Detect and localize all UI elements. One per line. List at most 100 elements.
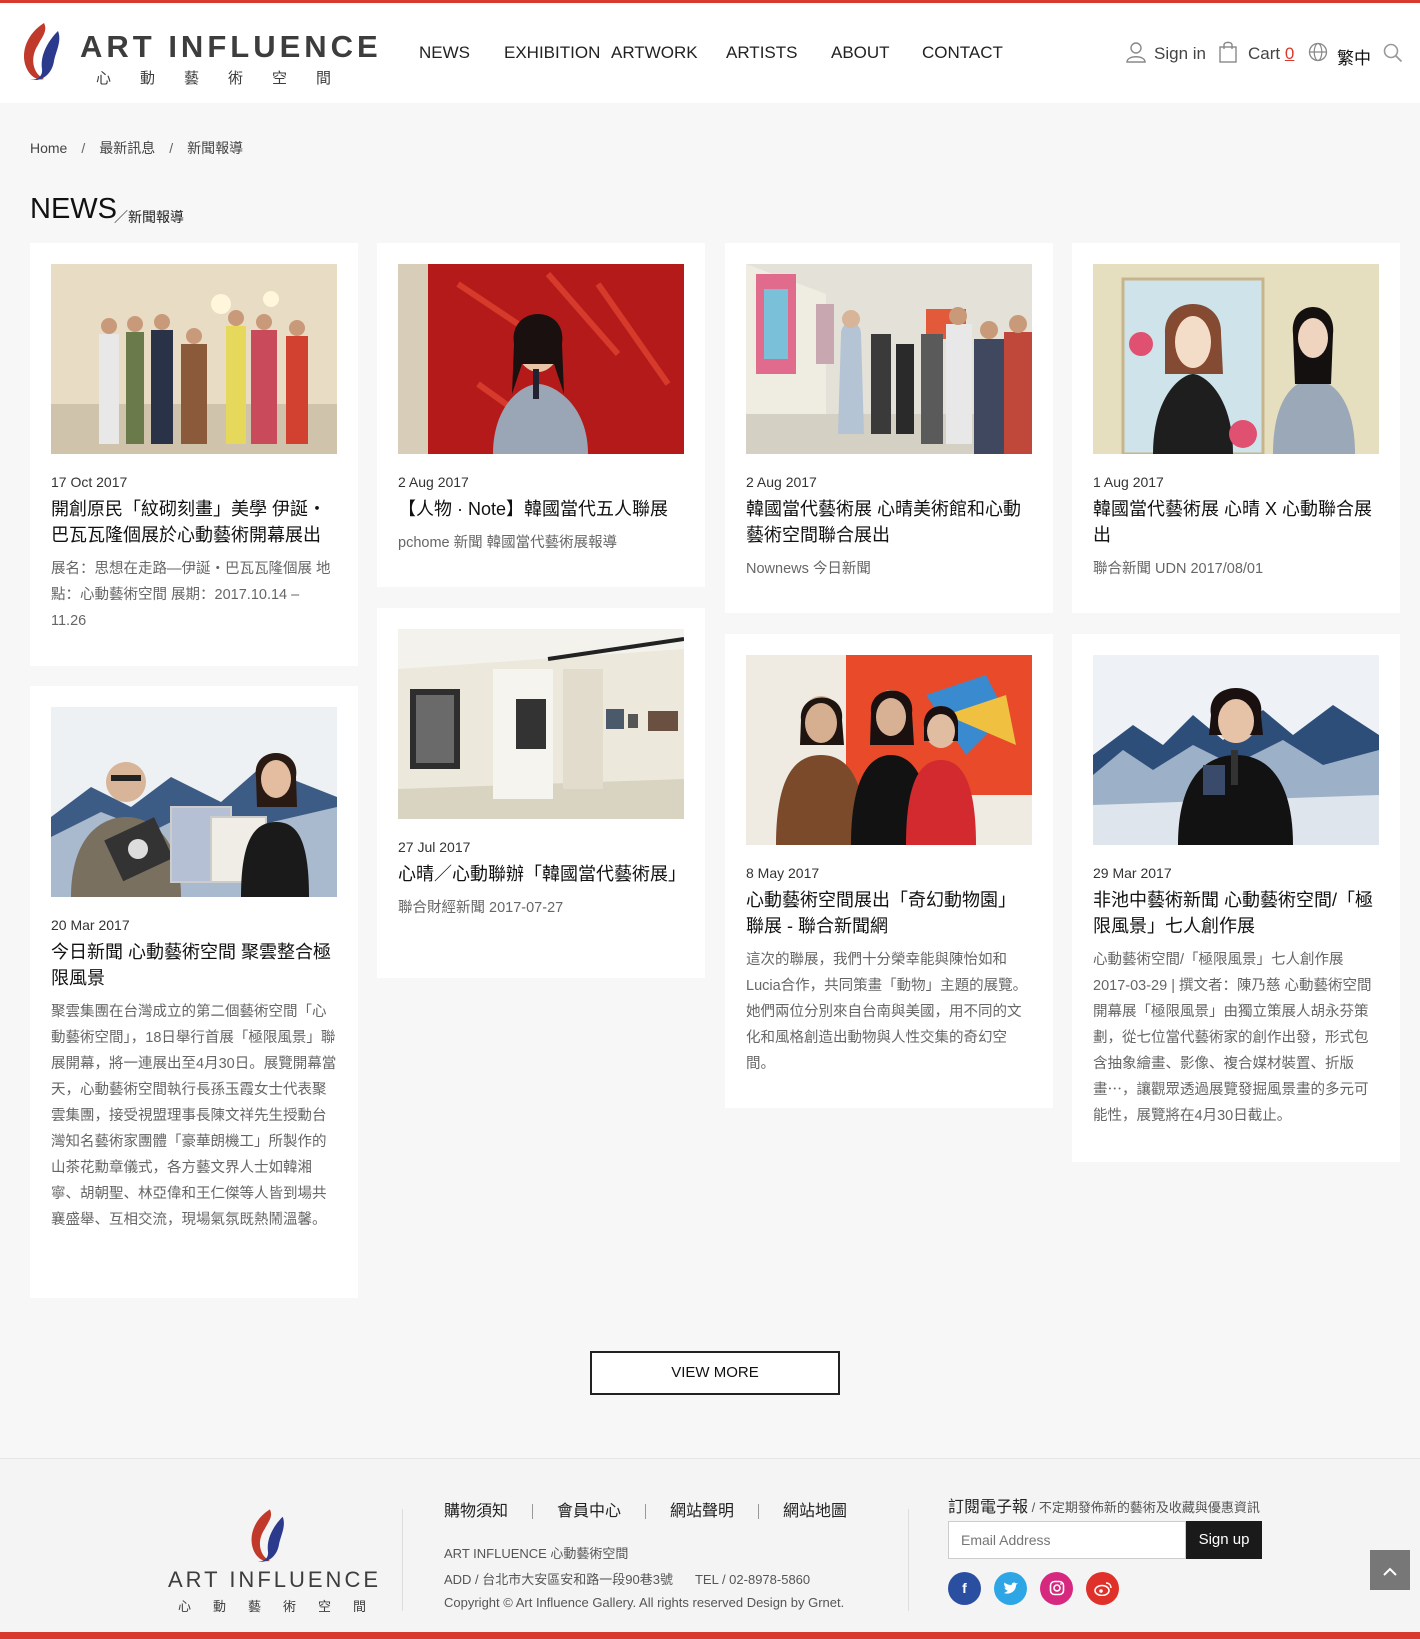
nav-artists[interactable]: ARTISTS [726, 43, 797, 63]
view-more-button[interactable]: VIEW MORE [590, 1351, 840, 1395]
site-footer: ART INFLUENCE 心動藝術空間 購物須知 會員中心 網站聲明 網站地圖 AR… [0, 1458, 1420, 1631]
nav-news[interactable]: NEWS [419, 43, 470, 63]
news-card[interactable]: 2 Aug 2017 韓國當代藝術展 心晴美術館和心動藝術空間聯合展出 Nown… [725, 243, 1053, 613]
facebook-icon[interactable]: f [948, 1572, 981, 1605]
news-photo[interactable] [746, 264, 1032, 454]
news-title[interactable]: 韓國當代藝術展 心晴美術館和心動藝術空間聯合展出 [746, 496, 1032, 548]
footer-link-sitemap[interactable]: 網站地圖 [783, 1503, 847, 1520]
news-photo[interactable] [398, 629, 684, 819]
footer-tel: TEL / 02-8978-5860 [694, 1572, 811, 1587]
news-excerpt: 這次的聯展，我們十分榮幸能與陳怡如和Lucia合作，共同策畫「動物」主題的展覽。… [746, 952, 1028, 1072]
breadcrumb-separator: / [169, 140, 174, 156]
logo-title: ART INFLUENCE [80, 29, 382, 64]
nav-artwork[interactable]: ARTWORK [611, 43, 698, 63]
news-date: 17 Oct 2017 [51, 474, 128, 490]
news-card[interactable]: 20 Mar 2017 今日新聞 心動藝術空間 聚雲整合極限風景 聚雲集團在台灣… [30, 686, 358, 1298]
language-switch[interactable]: 繁中 [1337, 44, 1371, 69]
footer-link-separator [532, 1504, 534, 1520]
news-card[interactable]: 29 Mar 2017 非池中藝術新聞 心動藝術空間/「極限風景」七人創作展 心… [1072, 634, 1400, 1162]
footer-address: ADD / 台北市大安區安和路一段90巷3號 [444, 1572, 673, 1587]
cart-count: 0 [1284, 44, 1295, 63]
news-date: 27 Jul 2017 [398, 839, 471, 855]
footer-link-separator [758, 1504, 760, 1520]
page-subtitle: ／新聞報導 [114, 209, 184, 225]
news-photo[interactable] [1093, 655, 1379, 845]
shopping-bag-icon[interactable] [1218, 40, 1238, 64]
news-date: 1 Aug 2017 [1093, 474, 1164, 490]
breadcrumb-current: 新聞報導 [187, 140, 244, 156]
news-date: 2 Aug 2017 [746, 474, 817, 490]
news-title[interactable]: 開創原民「紋砌刻畫」美學 伊誕‧巴瓦瓦隆個展於心動藝術開幕展出 [51, 496, 337, 548]
header-tools: Sign in Cart 0 繁中 [1125, 40, 1405, 68]
news-title[interactable]: 非池中藝術新聞 心動藝術空間/「極限風景」七人創作展 [1093, 887, 1379, 939]
footer-company: ART INFLUENCE 心動藝術空間 [444, 1546, 629, 1561]
news-card[interactable]: 2 Aug 2017 【人物 · Note】韓國當代五人聯展 pchome 新聞… [377, 243, 705, 587]
newsletter-heading: 訂閱電子報 / 不定期發佈新的藝術及收藏與優惠資訊 [948, 1493, 1260, 1517]
site-header: ART INFLUENCE 心動藝術空間 NEWS EXHIBITION ART… [0, 3, 1420, 103]
newsletter-note: / 不定期發佈新的藝術及收藏與優惠資訊 [1028, 1500, 1260, 1515]
news-title[interactable]: 【人物 · Note】韓國當代五人聯展 [398, 496, 684, 522]
signup-button[interactable]: Sign up [1186, 1521, 1262, 1559]
news-card[interactable]: 1 Aug 2017 韓國當代藝術展 心晴 X 心動聯合展出 聯合新聞 UDN … [1072, 243, 1400, 613]
user-icon[interactable] [1125, 41, 1147, 63]
cart-link[interactable]: Cart 0 [1248, 44, 1294, 64]
footer-divider [908, 1509, 909, 1611]
footer-address-line: ADD / 台北市大安區安和路一段90巷3號 TEL / 02-8978-5860 [444, 1569, 810, 1588]
footer-logo-subtitle: 心動藝術空間 [178, 1599, 389, 1614]
back-to-top-button[interactable] [1370, 1550, 1410, 1590]
page-title: NEWS [30, 193, 117, 225]
newsletter-title: 訂閱電子報 [948, 1499, 1029, 1516]
news-excerpt: 聯合新聞 UDN 2017/08/01 [1093, 561, 1264, 577]
footer-link-statement[interactable]: 網站聲明 [670, 1503, 734, 1520]
nav-contact[interactable]: CONTACT [922, 43, 1003, 63]
news-excerpt: 聚雲集團在台灣成立的第二個藝術空間「心動藝術空間」，18日舉行首展「極限風景」聯… [51, 1004, 337, 1228]
news-photo[interactable] [746, 655, 1032, 845]
news-excerpt: 聯合財經新聞 2017-07-27 [398, 900, 564, 916]
news-title[interactable]: 心動藝術空間展出「奇幻動物園」聯展 - 聯合新聞網 [746, 887, 1032, 939]
logo-subtitle: 心動藝術空間 [96, 70, 361, 87]
bottom-accent-bar [0, 1632, 1420, 1639]
footer-link-member[interactable]: 會員中心 [557, 1503, 621, 1520]
weibo-icon[interactable] [1086, 1572, 1119, 1605]
news-date: 29 Mar 2017 [1093, 865, 1172, 881]
news-card[interactable]: 17 Oct 2017 開創原民「紋砌刻畫」美學 伊誕‧巴瓦瓦隆個展於心動藝術開… [30, 243, 358, 666]
nav-about[interactable]: ABOUT [831, 43, 890, 63]
instagram-icon[interactable] [1040, 1572, 1073, 1605]
chevron-up-icon [1383, 1567, 1397, 1576]
footer-link-separator [645, 1504, 647, 1520]
breadcrumb: Home / 最新訊息 / 新聞報導 [30, 138, 243, 158]
footer-link-shopping[interactable]: 購物須知 [444, 1503, 508, 1520]
globe-icon[interactable] [1308, 42, 1328, 62]
news-photo[interactable] [51, 264, 337, 454]
news-excerpt: Nownews 今日新聞 [746, 561, 871, 577]
news-excerpt: 展名：思想在走路—伊誕・巴瓦瓦隆個展 地點：心動藝術空間 展期：2017.10.… [51, 561, 331, 629]
news-date: 2 Aug 2017 [398, 474, 469, 490]
site-logo[interactable]: ART INFLUENCE 心動藝術空間 [18, 21, 378, 91]
email-field[interactable] [948, 1521, 1186, 1559]
news-title[interactable]: 今日新聞 心動藝術空間 聚雲整合極限風景 [51, 939, 337, 991]
footer-logo-flame-icon[interactable] [246, 1507, 290, 1565]
news-photo[interactable] [1093, 264, 1379, 454]
footer-links: 購物須知 會員中心 網站聲明 網站地圖 [444, 1497, 847, 1521]
footer-logo-title: ART INFLUENCE [168, 1567, 382, 1592]
cart-label: Cart [1248, 44, 1281, 63]
news-title[interactable]: 韓國當代藝術展 心晴 X 心動聯合展出 [1093, 496, 1379, 548]
news-excerpt: 心動藝術空間/「極限風景」七人創作展 2017-03-29 | 撰文者：陳乃慈 … [1093, 952, 1372, 1124]
breadcrumb-latest[interactable]: 最新訊息 [99, 140, 155, 156]
logo-flame-icon [24, 23, 60, 81]
breadcrumb-home[interactable]: Home [30, 140, 67, 156]
news-title[interactable]: 心晴／心動聯辦「韓國當代藝術展」 [398, 861, 686, 887]
nav-exhibition[interactable]: EXHIBITION [504, 43, 600, 63]
news-date: 20 Mar 2017 [51, 917, 130, 933]
signin-link[interactable]: Sign in [1154, 44, 1206, 64]
news-photo[interactable] [51, 707, 337, 897]
news-card[interactable]: 8 May 2017 心動藝術空間展出「奇幻動物園」聯展 - 聯合新聞網 這次的… [725, 634, 1053, 1108]
twitter-icon[interactable] [994, 1572, 1027, 1605]
footer-copyright: Copyright © Art Influence Gallery. All r… [444, 1595, 845, 1610]
news-card[interactable]: 27 Jul 2017 心晴／心動聯辦「韓國當代藝術展」 聯合財經新聞 2017… [377, 608, 705, 978]
news-photo[interactable] [398, 264, 684, 454]
footer-divider [402, 1509, 403, 1611]
breadcrumb-separator: / [81, 140, 86, 156]
search-icon[interactable] [1383, 43, 1403, 63]
news-date: 8 May 2017 [746, 865, 820, 881]
